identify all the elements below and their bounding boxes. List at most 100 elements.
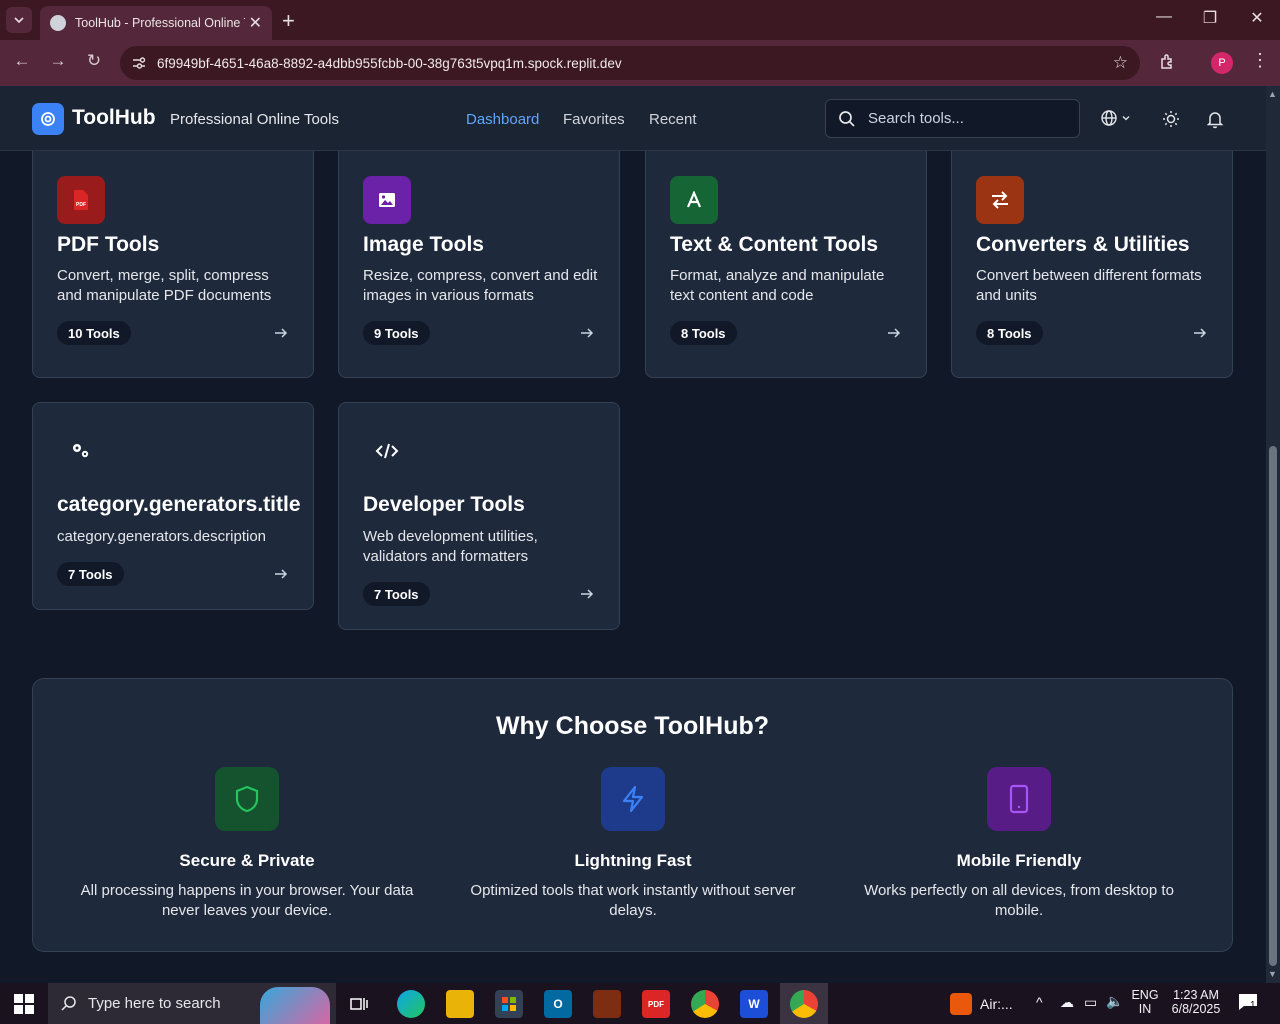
nav-dashboard[interactable]: Dashboard (466, 111, 539, 128)
forward-button[interactable]: → (46, 51, 70, 71)
tool-count-badge: 10 Tools (57, 321, 131, 345)
scroll-thumb[interactable] (1269, 446, 1277, 966)
category-card-generators[interactable]: category.generators.title category.gener… (32, 402, 314, 610)
language-indicator[interactable]: ENG IN (1130, 988, 1160, 1016)
sun-icon[interactable] (1161, 109, 1181, 129)
bookmark-star-icon[interactable]: ☆ (1113, 53, 1128, 73)
back-button[interactable]: ← (10, 51, 34, 71)
why-choose-section: Why Choose ToolHub? Secure & Private All… (32, 678, 1233, 952)
lightning-icon (601, 767, 665, 831)
category-card-pdf[interactable]: PDF PDF Tools Convert, merge, split, com… (32, 151, 314, 378)
tool-count-badge: 7 Tools (363, 582, 430, 606)
browser-menu-icon[interactable]: ⋮ (1251, 50, 1269, 71)
globe-icon (50, 15, 66, 31)
minimize-button[interactable]: — (1141, 8, 1187, 26)
search-box[interactable] (825, 99, 1080, 138)
arrow-right-icon[interactable] (273, 325, 289, 341)
lang-code: ENG (1131, 988, 1159, 1002)
store-icon[interactable] (495, 990, 523, 1018)
volume-icon[interactable]: 🔈 (1106, 993, 1123, 1010)
task-view-icon[interactable] (349, 994, 369, 1014)
card-title: Converters & Utilities (976, 233, 1190, 256)
tool-count-badge: 7 Tools (57, 562, 124, 586)
chrome-profile-icon[interactable] (790, 990, 818, 1018)
page-scrollbar[interactable]: ▲ ▼ (1266, 86, 1280, 983)
arrow-right-icon[interactable] (273, 566, 289, 582)
arrow-right-icon[interactable] (579, 325, 595, 341)
tab-search-button[interactable] (6, 7, 32, 33)
network-icon[interactable]: ▭ (1084, 994, 1097, 1011)
weather-icon[interactable] (950, 993, 972, 1015)
category-card-text[interactable]: Text & Content Tools Format, analyze and… (645, 151, 927, 378)
browser-toolbar: ← → ↻ 6f9949bf-4651-46a8-8892-a4dbb955fc… (0, 40, 1280, 86)
language-selector[interactable] (1100, 109, 1131, 127)
reload-button[interactable]: ↻ (82, 51, 106, 71)
taskbar: Type here to search O PDF W Air:... ^ ☁ … (0, 983, 1280, 1024)
close-tab-icon[interactable]: ✕ (249, 13, 262, 33)
file-pdf-icon: PDF (57, 176, 105, 224)
extensions-icon[interactable] (1158, 52, 1178, 72)
category-card-converters[interactable]: Converters & Utilities Convert between d… (951, 151, 1233, 378)
edge-icon[interactable] (397, 990, 425, 1018)
nav-favorites[interactable]: Favorites (563, 111, 625, 128)
tool-count-badge: 8 Tools (670, 321, 737, 345)
outlook-icon[interactable]: O (544, 990, 572, 1018)
clock-time: 1:23 AM (1173, 988, 1219, 1002)
category-card-image[interactable]: Image Tools Resize, compress, convert an… (338, 151, 620, 378)
app-icon[interactable] (593, 990, 621, 1018)
arrow-right-icon[interactable] (1192, 325, 1208, 341)
feature-secure: Secure & Private All processing happens … (47, 767, 447, 921)
feature-title: Mobile Friendly (956, 851, 1082, 870)
svg-text:PDF: PDF (76, 202, 86, 208)
feature-mobile: Mobile Friendly Works perfectly on all d… (819, 767, 1219, 921)
windows-start-icon[interactable] (14, 994, 34, 1014)
card-description: Format, analyze and manipulate text cont… (670, 267, 885, 304)
clock-date: 6/8/2025 (1171, 1002, 1221, 1016)
scroll-down-icon[interactable]: ▼ (1268, 969, 1277, 979)
card-title: category.generators.title (57, 493, 301, 516)
card-title: Image Tools (363, 233, 484, 256)
tray-chevron-icon[interactable]: ^ (1036, 994, 1043, 1010)
card-description: Convert, merge, split, compress and mani… (57, 267, 272, 304)
card-title: Text & Content Tools (670, 233, 879, 256)
taskbar-search[interactable]: Type here to search (48, 983, 336, 1024)
chrome-icon[interactable] (691, 990, 719, 1018)
word-icon[interactable]: W (740, 990, 768, 1018)
profile-avatar[interactable]: P (1211, 52, 1233, 74)
browser-tab[interactable]: ToolHub - Professional Online T ✕ (40, 6, 272, 40)
nav-recent[interactable]: Recent (649, 111, 697, 128)
weather-text[interactable]: Air:... (980, 996, 1013, 1012)
search-input[interactable] (868, 110, 1068, 127)
brand-name[interactable]: ToolHub (72, 106, 156, 130)
image-icon (363, 176, 411, 224)
address-bar[interactable]: 6f9949bf-4651-46a8-8892-a4dbb955fcbb-00-… (120, 46, 1140, 80)
bell-icon[interactable] (1205, 109, 1225, 129)
search-highlight-image (260, 987, 330, 1024)
pdf-app-icon[interactable]: PDF (642, 990, 670, 1018)
search-icon (61, 996, 76, 1011)
section-title: Why Choose ToolHub? (495, 712, 770, 740)
close-window-button[interactable]: ✕ (1234, 8, 1280, 28)
feature-description: Works perfectly on all devices, from des… (864, 882, 1174, 919)
onedrive-icon[interactable]: ☁ (1060, 994, 1074, 1011)
notifications-icon[interactable]: 1 (1238, 993, 1260, 1013)
globe-icon (1101, 110, 1117, 126)
restore-button[interactable]: ❐ (1187, 8, 1233, 28)
exchange-icon (976, 176, 1024, 224)
file-explorer-icon[interactable] (446, 990, 474, 1018)
main-content: PDF PDF Tools Convert, merge, split, com… (0, 151, 1266, 983)
scroll-up-icon[interactable]: ▲ (1268, 89, 1277, 99)
arrow-right-icon[interactable] (886, 325, 902, 341)
new-tab-button[interactable]: + (282, 8, 295, 34)
card-description: category.generators.description (57, 528, 267, 545)
taskbar-search-text: Type here to search (88, 995, 221, 1012)
arrow-right-icon[interactable] (579, 586, 595, 602)
site-info-icon[interactable] (130, 54, 148, 72)
lang-region: IN (1138, 1002, 1152, 1016)
card-title: PDF Tools (57, 233, 160, 256)
clock[interactable]: 1:23 AM 6/8/2025 (1166, 988, 1226, 1016)
category-card-developer[interactable]: Developer Tools Web development utilitie… (338, 402, 620, 630)
brand-tagline: Professional Online Tools (170, 111, 339, 128)
chevron-down-icon (1122, 116, 1130, 121)
logo-icon[interactable] (32, 103, 64, 135)
